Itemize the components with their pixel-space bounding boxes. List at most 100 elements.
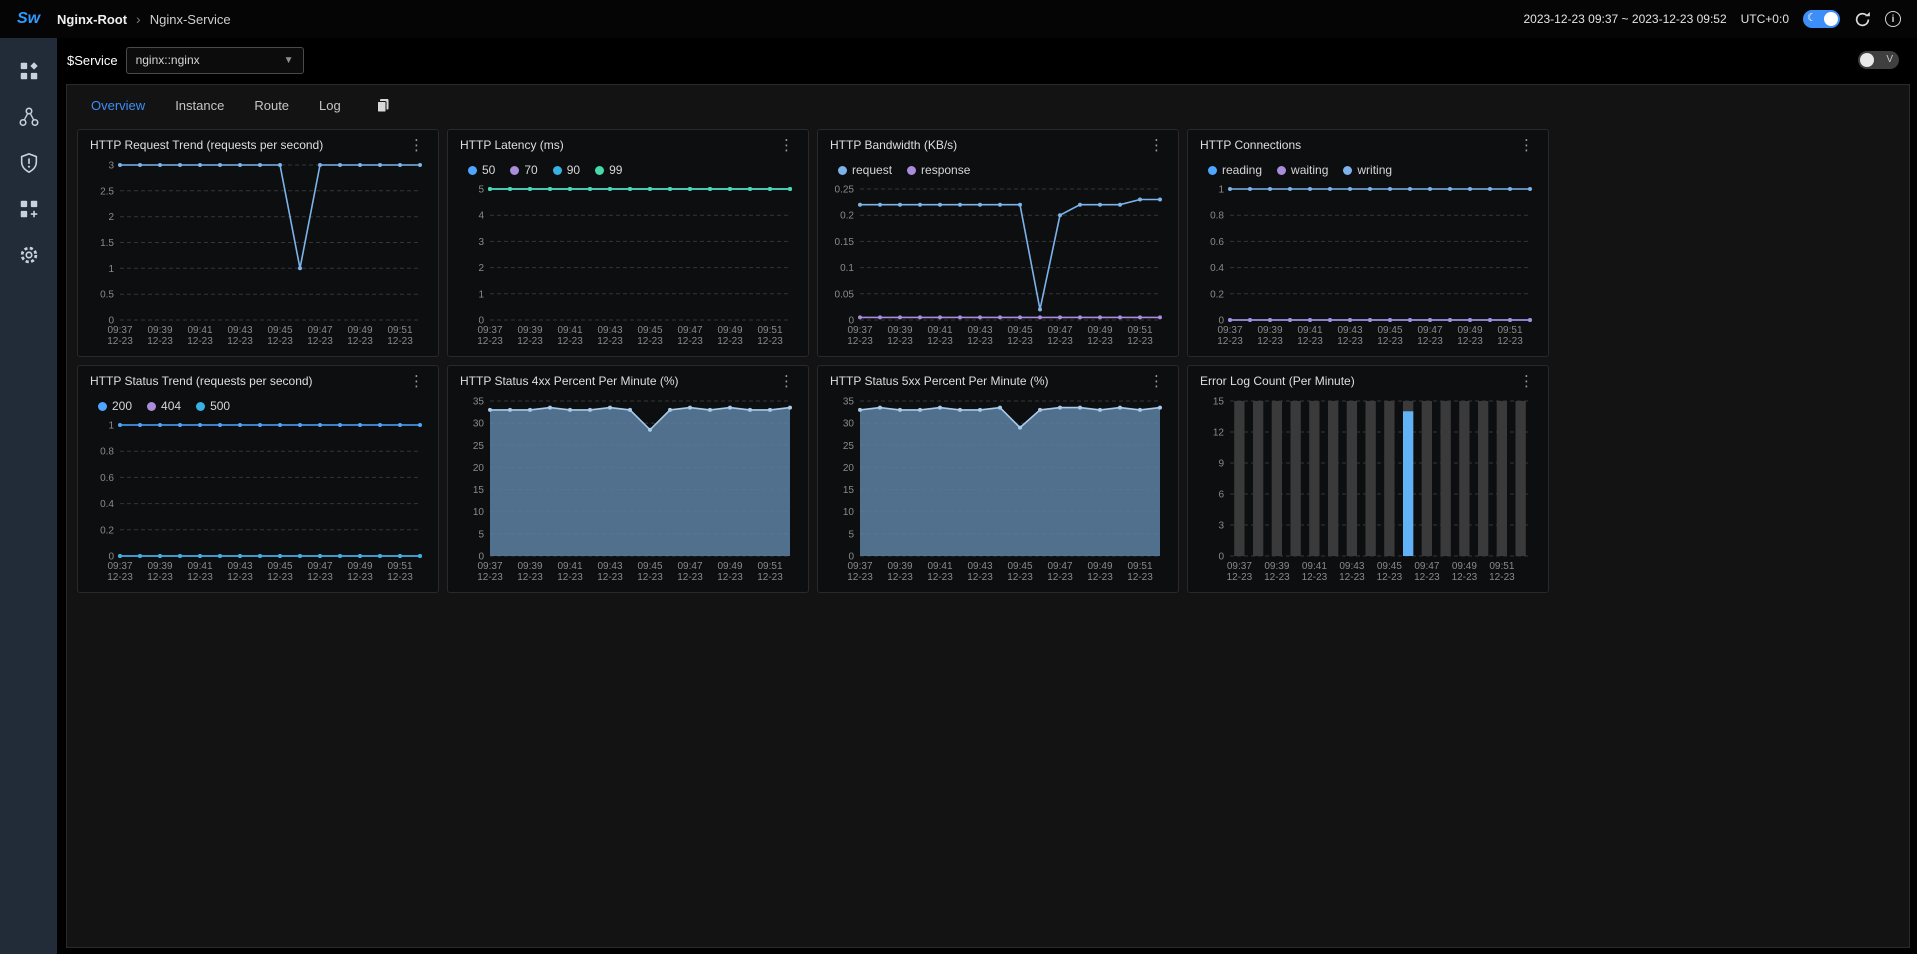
time-range-picker[interactable]: 2023-12-23 09:37 ~ 2023-12-23 09:52 — [1523, 12, 1726, 26]
svg-text:12-23: 12-23 — [187, 572, 213, 583]
legend-item-99[interactable]: 99 — [595, 163, 622, 177]
legend-label: writing — [1357, 163, 1392, 177]
svg-text:12-23: 12-23 — [1227, 572, 1253, 583]
svg-text:12-23: 12-23 — [1497, 336, 1523, 347]
sidebar-item-marketplace[interactable] — [0, 186, 57, 232]
chart-menu-button[interactable]: ⋮ — [1145, 374, 1168, 389]
copy-icon[interactable] — [375, 97, 391, 113]
legend-item-404[interactable]: 404 — [147, 399, 181, 413]
svg-text:09:43: 09:43 — [1339, 561, 1364, 572]
svg-text:09:41: 09:41 — [927, 561, 952, 572]
svg-text:09:43: 09:43 — [597, 325, 622, 336]
svg-text:09:39: 09:39 — [887, 325, 912, 336]
legend-item-request[interactable]: request — [838, 163, 892, 177]
svg-text:09:39: 09:39 — [1257, 325, 1282, 336]
service-select[interactable]: nginx::nginx ▼ — [126, 47, 304, 74]
chart-menu-button[interactable]: ⋮ — [775, 138, 798, 153]
legend-label: 200 — [112, 399, 132, 413]
svg-text:5: 5 — [848, 529, 854, 540]
svg-text:12-23: 12-23 — [107, 572, 133, 583]
legend-item-writing[interactable]: writing — [1343, 163, 1392, 177]
svg-text:0.05: 0.05 — [835, 289, 855, 300]
chart-canvas[interactable]: 00.511.522.5309:3712-2309:3912-2309:4112… — [86, 158, 430, 350]
legend-item-500[interactable]: 500 — [196, 399, 230, 413]
chart-canvas[interactable]: 00.20.40.60.8109:3712-2309:3912-2309:411… — [1196, 182, 1540, 350]
svg-text:12-23: 12-23 — [227, 336, 253, 347]
chart-menu-button[interactable]: ⋮ — [405, 374, 428, 389]
svg-text:12-23: 12-23 — [1417, 336, 1443, 347]
refresh-button[interactable] — [1854, 11, 1871, 28]
chart-menu-button[interactable]: ⋮ — [1145, 138, 1168, 153]
timezone-label[interactable]: UTC+0:0 — [1741, 12, 1789, 26]
legend-item-reading[interactable]: reading — [1208, 163, 1262, 177]
svg-text:12-23: 12-23 — [1452, 572, 1478, 583]
svg-text:09:45: 09:45 — [267, 561, 292, 572]
sidebar-item-alerting[interactable] — [0, 140, 57, 186]
chart-canvas[interactable]: 0510152025303509:3712-2309:3912-2309:411… — [826, 394, 1170, 586]
svg-text:4: 4 — [478, 211, 484, 222]
legend-item-50[interactable]: 50 — [468, 163, 495, 177]
svg-text:12-23: 12-23 — [1127, 572, 1153, 583]
svg-text:12-23: 12-23 — [1264, 572, 1290, 583]
chart-menu-button[interactable]: ⋮ — [405, 138, 428, 153]
chart-card: HTTP Status Trend (requests per second)⋮… — [77, 365, 439, 593]
svg-text:09:43: 09:43 — [967, 561, 992, 572]
moon-icon: ☾ — [1807, 11, 1817, 24]
legend-item-70[interactable]: 70 — [510, 163, 537, 177]
legend-dot — [1277, 166, 1286, 175]
chart-canvas[interactable]: 01234509:3712-2309:3912-2309:4112-2309:4… — [456, 182, 800, 350]
service-select-value: nginx::nginx — [136, 53, 200, 67]
toggle-knob — [1860, 53, 1874, 67]
edit-mode-toggle[interactable]: V — [1858, 51, 1899, 69]
theme-toggle[interactable]: ☾ — [1803, 10, 1840, 28]
svg-text:12-23: 12-23 — [147, 336, 173, 347]
legend-dot — [468, 166, 477, 175]
chart-title: HTTP Request Trend (requests per second) — [90, 138, 323, 152]
svg-text:09:51: 09:51 — [1497, 325, 1522, 336]
svg-text:09:47: 09:47 — [1047, 325, 1072, 336]
chart-legend: 50 70 90 99 — [456, 158, 800, 182]
sidebar-item-settings[interactable] — [0, 232, 57, 278]
breadcrumb-current[interactable]: Nginx-Service — [150, 12, 231, 27]
svg-text:30: 30 — [843, 419, 855, 430]
svg-text:12-23: 12-23 — [307, 572, 333, 583]
chart-canvas[interactable]: 0369121509:3712-2309:3912-2309:4112-2309… — [1196, 394, 1540, 586]
tab-overview[interactable]: Overview — [91, 98, 145, 113]
legend-item-200[interactable]: 200 — [98, 399, 132, 413]
breadcrumb-root[interactable]: Nginx-Root — [57, 12, 127, 27]
info-icon[interactable]: i — [1885, 11, 1901, 27]
chart-title: HTTP Status 5xx Percent Per Minute (%) — [830, 374, 1049, 388]
svg-text:09:41: 09:41 — [187, 325, 212, 336]
svg-text:12-23: 12-23 — [1257, 336, 1283, 347]
svg-text:09:37: 09:37 — [107, 325, 132, 336]
legend-label: 70 — [524, 163, 537, 177]
chart-canvas[interactable]: 00.050.10.150.20.2509:3712-2309:3912-230… — [826, 182, 1170, 350]
app-logo[interactable]: Sw — [0, 10, 57, 28]
svg-text:0.2: 0.2 — [100, 525, 114, 536]
svg-text:09:41: 09:41 — [927, 325, 952, 336]
svg-text:09:41: 09:41 — [1302, 561, 1327, 572]
legend-item-90[interactable]: 90 — [553, 163, 580, 177]
sidebar-item-topology[interactable] — [0, 94, 57, 140]
chart-canvas[interactable]: 0510152025303509:3712-2309:3912-2309:411… — [456, 394, 800, 586]
tab-log[interactable]: Log — [319, 98, 341, 113]
svg-text:3: 3 — [478, 237, 484, 248]
legend-item-waiting[interactable]: waiting — [1277, 163, 1328, 177]
tab-instance[interactable]: Instance — [175, 98, 224, 113]
svg-text:5: 5 — [478, 185, 484, 196]
toggle-knob — [1824, 12, 1838, 26]
tab-route[interactable]: Route — [254, 98, 289, 113]
legend-item-response[interactable]: response — [907, 163, 970, 177]
svg-text:12-23: 12-23 — [1047, 336, 1073, 347]
chart-menu-button[interactable]: ⋮ — [775, 374, 798, 389]
chart-canvas[interactable]: 00.20.40.60.8109:3712-2309:3912-2309:411… — [86, 418, 430, 586]
chart-menu-button[interactable]: ⋮ — [1515, 374, 1538, 389]
chart-menu-button[interactable]: ⋮ — [1515, 138, 1538, 153]
svg-text:12-23: 12-23 — [1339, 572, 1365, 583]
svg-text:12-23: 12-23 — [517, 572, 543, 583]
svg-text:20: 20 — [473, 463, 485, 474]
svg-text:12-23: 12-23 — [477, 572, 503, 583]
sidebar-item-dashboards[interactable] — [0, 48, 57, 94]
svg-text:09:39: 09:39 — [147, 325, 172, 336]
svg-text:12-23: 12-23 — [347, 336, 373, 347]
